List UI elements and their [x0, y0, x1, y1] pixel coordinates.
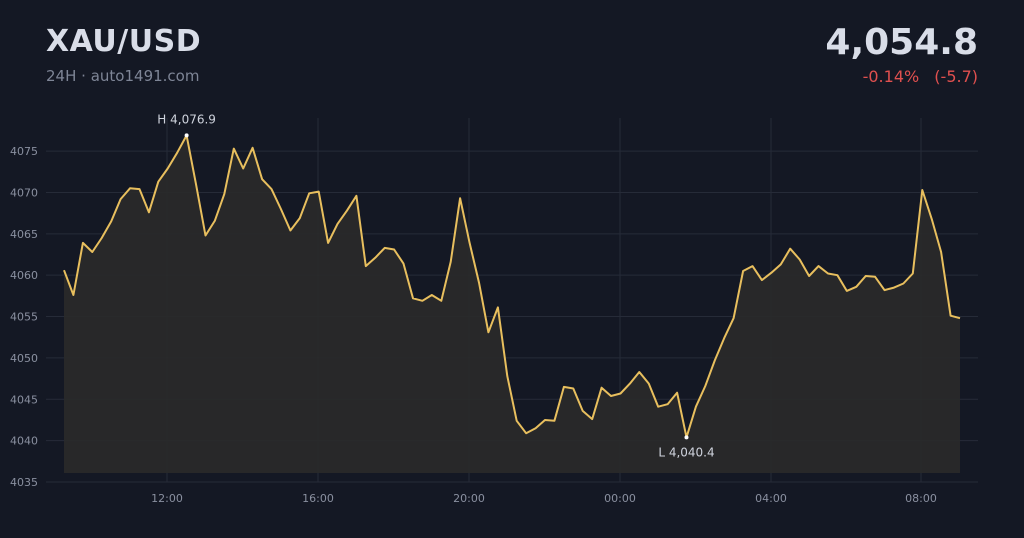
- x-axis-ticks: 12:00 16:00 20:00 00:00 04:00 08:00: [151, 492, 937, 505]
- low-marker: [684, 435, 689, 440]
- y-tick-label: 4050: [10, 352, 38, 365]
- x-tick-label: 00:00: [604, 492, 636, 505]
- x-tick-label: 08:00: [905, 492, 937, 505]
- high-marker: [184, 133, 189, 138]
- x-tick-label: 20:00: [453, 492, 485, 505]
- price-area: [64, 135, 960, 473]
- y-axis-ticks: 4035 4040 4045 4050 4055 4060 4065 4070 4075: [10, 145, 38, 489]
- y-tick-label: 4070: [10, 186, 38, 199]
- low-label: L 4,040.4: [658, 445, 714, 459]
- y-tick-label: 4075: [10, 145, 38, 158]
- y-tick-label: 4045: [10, 393, 38, 406]
- x-tick-label: 04:00: [755, 492, 787, 505]
- y-tick-label: 4035: [10, 476, 38, 489]
- y-tick-label: 4040: [10, 435, 38, 448]
- y-tick-label: 4060: [10, 269, 38, 282]
- y-tick-label: 4055: [10, 311, 38, 324]
- x-tick-label: 16:00: [302, 492, 334, 505]
- price-chart: 4035 4040 4045 4050 4055 4060 4065 4070 4075 12:…: [10, 112, 978, 505]
- y-tick-label: 4065: [10, 228, 38, 241]
- high-label: H 4,076.9: [157, 112, 216, 126]
- x-tick-label: 12:00: [151, 492, 183, 505]
